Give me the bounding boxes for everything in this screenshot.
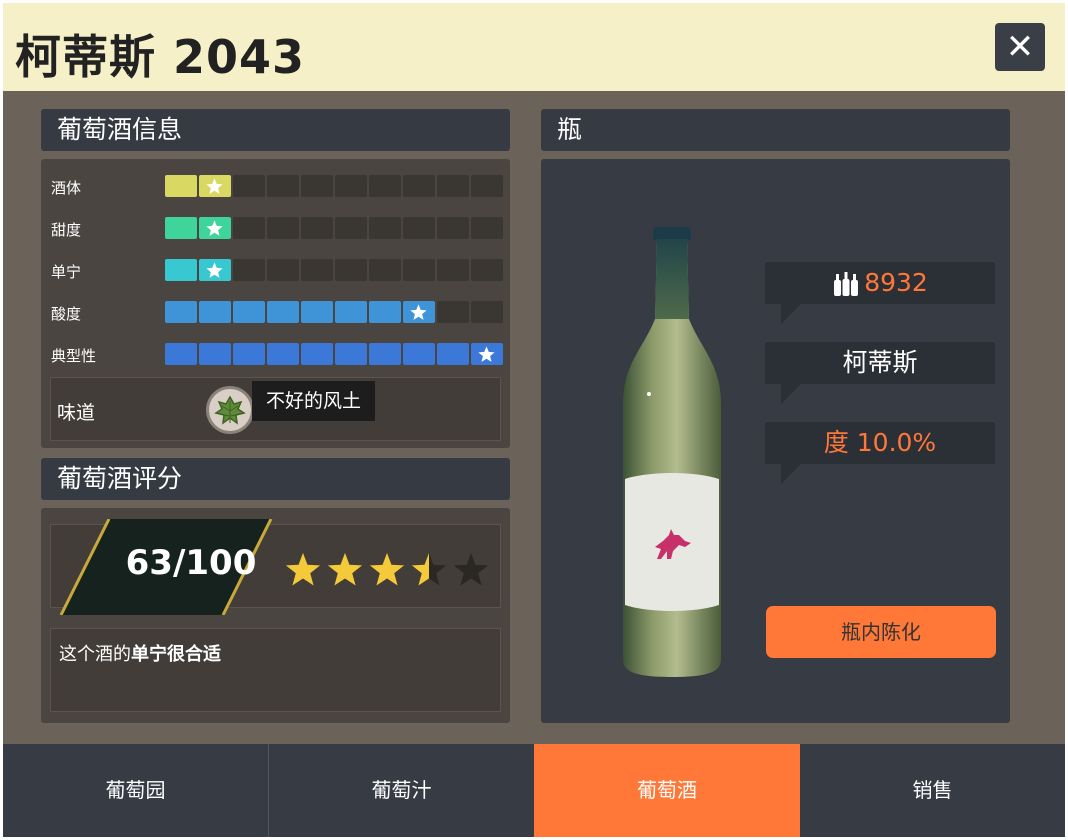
rating-star-icon [285, 552, 321, 586]
meter-segment [335, 343, 367, 365]
attribute-label: 单宁 [51, 263, 82, 281]
meter-segment [471, 259, 503, 281]
rating-star-icon [411, 552, 447, 586]
meter-segment [267, 259, 299, 281]
wine-name: 柯蒂斯 [842, 348, 918, 377]
meter-segment [301, 217, 333, 239]
meter-segment [369, 259, 401, 281]
meter-segment [471, 175, 503, 197]
wine-rating-panel: 63/100 这个酒的单宁很合适 [41, 508, 510, 723]
meter-segment [437, 343, 469, 365]
meter-segment [301, 259, 333, 281]
meter-segment [335, 175, 367, 197]
meter-segment [301, 343, 333, 365]
bottle-aging-button[interactable]: 瓶内陈化 [766, 606, 996, 658]
meter-segment [199, 343, 231, 365]
wine-bottle [623, 227, 721, 677]
level-star-icon [206, 220, 223, 236]
meter-segment [165, 217, 197, 239]
meter-segment [199, 217, 231, 239]
meter-segment [233, 175, 265, 197]
meter-segment [199, 301, 231, 323]
meter-segment [437, 259, 469, 281]
meter-segment [165, 175, 197, 197]
taste-box: 味道 不好的风土 [50, 377, 501, 441]
meter-segment [267, 301, 299, 323]
attribute-label: 甜度 [51, 221, 82, 239]
meter-segment [437, 175, 469, 197]
tab-sales[interactable]: 销售 [800, 744, 1065, 837]
meter-segment [267, 217, 299, 239]
attribute-label: 典型性 [51, 347, 97, 365]
wine-window: 柯蒂斯 2043 ✕ 葡萄酒信息 酒体甜度单宁酸度典型性 味道 不好的风土 葡萄… [3, 3, 1065, 837]
meter-segment [369, 301, 401, 323]
level-star-icon [206, 262, 223, 278]
meter-segment [403, 343, 435, 365]
meter-segment [335, 217, 367, 239]
meter-segment [335, 301, 367, 323]
close-icon: ✕ [1005, 27, 1035, 67]
rating-star-icon [327, 552, 363, 586]
meter-segment [437, 301, 469, 323]
meter-segment [301, 301, 333, 323]
level-star-icon [206, 178, 223, 194]
bottle-count: 8932 [864, 268, 928, 297]
grape-leaf-icon[interactable] [206, 386, 254, 434]
meter-segment [267, 175, 299, 197]
bottle-count-bubble: 8932 [765, 262, 995, 324]
meter-segment [335, 259, 367, 281]
title-bar: 柯蒂斯 2043 ✕ [3, 3, 1065, 91]
meter-segment [301, 175, 333, 197]
page-title: 柯蒂斯 2043 [15, 30, 306, 84]
level-star-icon [410, 304, 427, 320]
tab-wine[interactable]: 葡萄酒 [534, 744, 800, 837]
alcohol-value: 度 10.0% [823, 428, 937, 457]
meter-segment [471, 343, 503, 365]
comment-prefix: 这个酒的 [59, 644, 131, 665]
tab-vineyard[interactable]: 葡萄园 [3, 744, 268, 837]
bottle-header: 瓶 [541, 109, 1010, 151]
meter-segment [199, 259, 231, 281]
meter-segment [165, 343, 197, 365]
wine-name-bubble: 柯蒂斯 [765, 342, 995, 404]
bottom-tab-bar: 葡萄园 葡萄汁 葡萄酒 销售 [3, 744, 1065, 837]
meter-segment [437, 217, 469, 239]
meter-segment [471, 301, 503, 323]
meter-segment [233, 343, 265, 365]
meter-segment [199, 175, 231, 197]
rating-comment: 这个酒的单宁很合适 [50, 628, 501, 712]
level-star-icon [478, 346, 495, 362]
meter-segment [403, 301, 435, 323]
rating-star-icon [369, 552, 405, 586]
meter-segment [403, 175, 435, 197]
bottle-panel: 8932 柯蒂斯 度 10.0% 瓶内陈化 [541, 159, 1010, 723]
wine-info-panel: 酒体甜度单宁酸度典型性 味道 不好的风土 [41, 159, 510, 448]
score-box: 63/100 [50, 519, 501, 615]
meter-segment [267, 343, 299, 365]
meter-segment [233, 259, 265, 281]
meter-segment [471, 217, 503, 239]
close-button[interactable]: ✕ [995, 23, 1045, 71]
wine-info-header: 葡萄酒信息 [41, 109, 510, 151]
attribute-label: 酒体 [51, 179, 82, 197]
meter-segment [233, 217, 265, 239]
meter-segment [369, 175, 401, 197]
taste-label: 味道 [57, 402, 96, 424]
meter-segment [403, 259, 435, 281]
bottles-icon [834, 272, 859, 296]
taste-tooltip: 不好的风土 [252, 381, 376, 421]
meter-segment [403, 217, 435, 239]
meter-segment [369, 343, 401, 365]
tab-grape-juice[interactable]: 葡萄汁 [269, 744, 534, 837]
rating-star-icon [453, 552, 489, 586]
meter-segment [233, 301, 265, 323]
meter-segment [369, 217, 401, 239]
meter-segment [165, 259, 197, 281]
score-value: 63/100 [125, 543, 257, 583]
alcohol-bubble: 度 10.0% [765, 422, 995, 484]
wine-rating-header: 葡萄酒评分 [41, 458, 510, 500]
comment-highlight: 单宁很合适 [131, 644, 221, 665]
meter-segment [165, 301, 197, 323]
attribute-label: 酸度 [51, 305, 82, 323]
